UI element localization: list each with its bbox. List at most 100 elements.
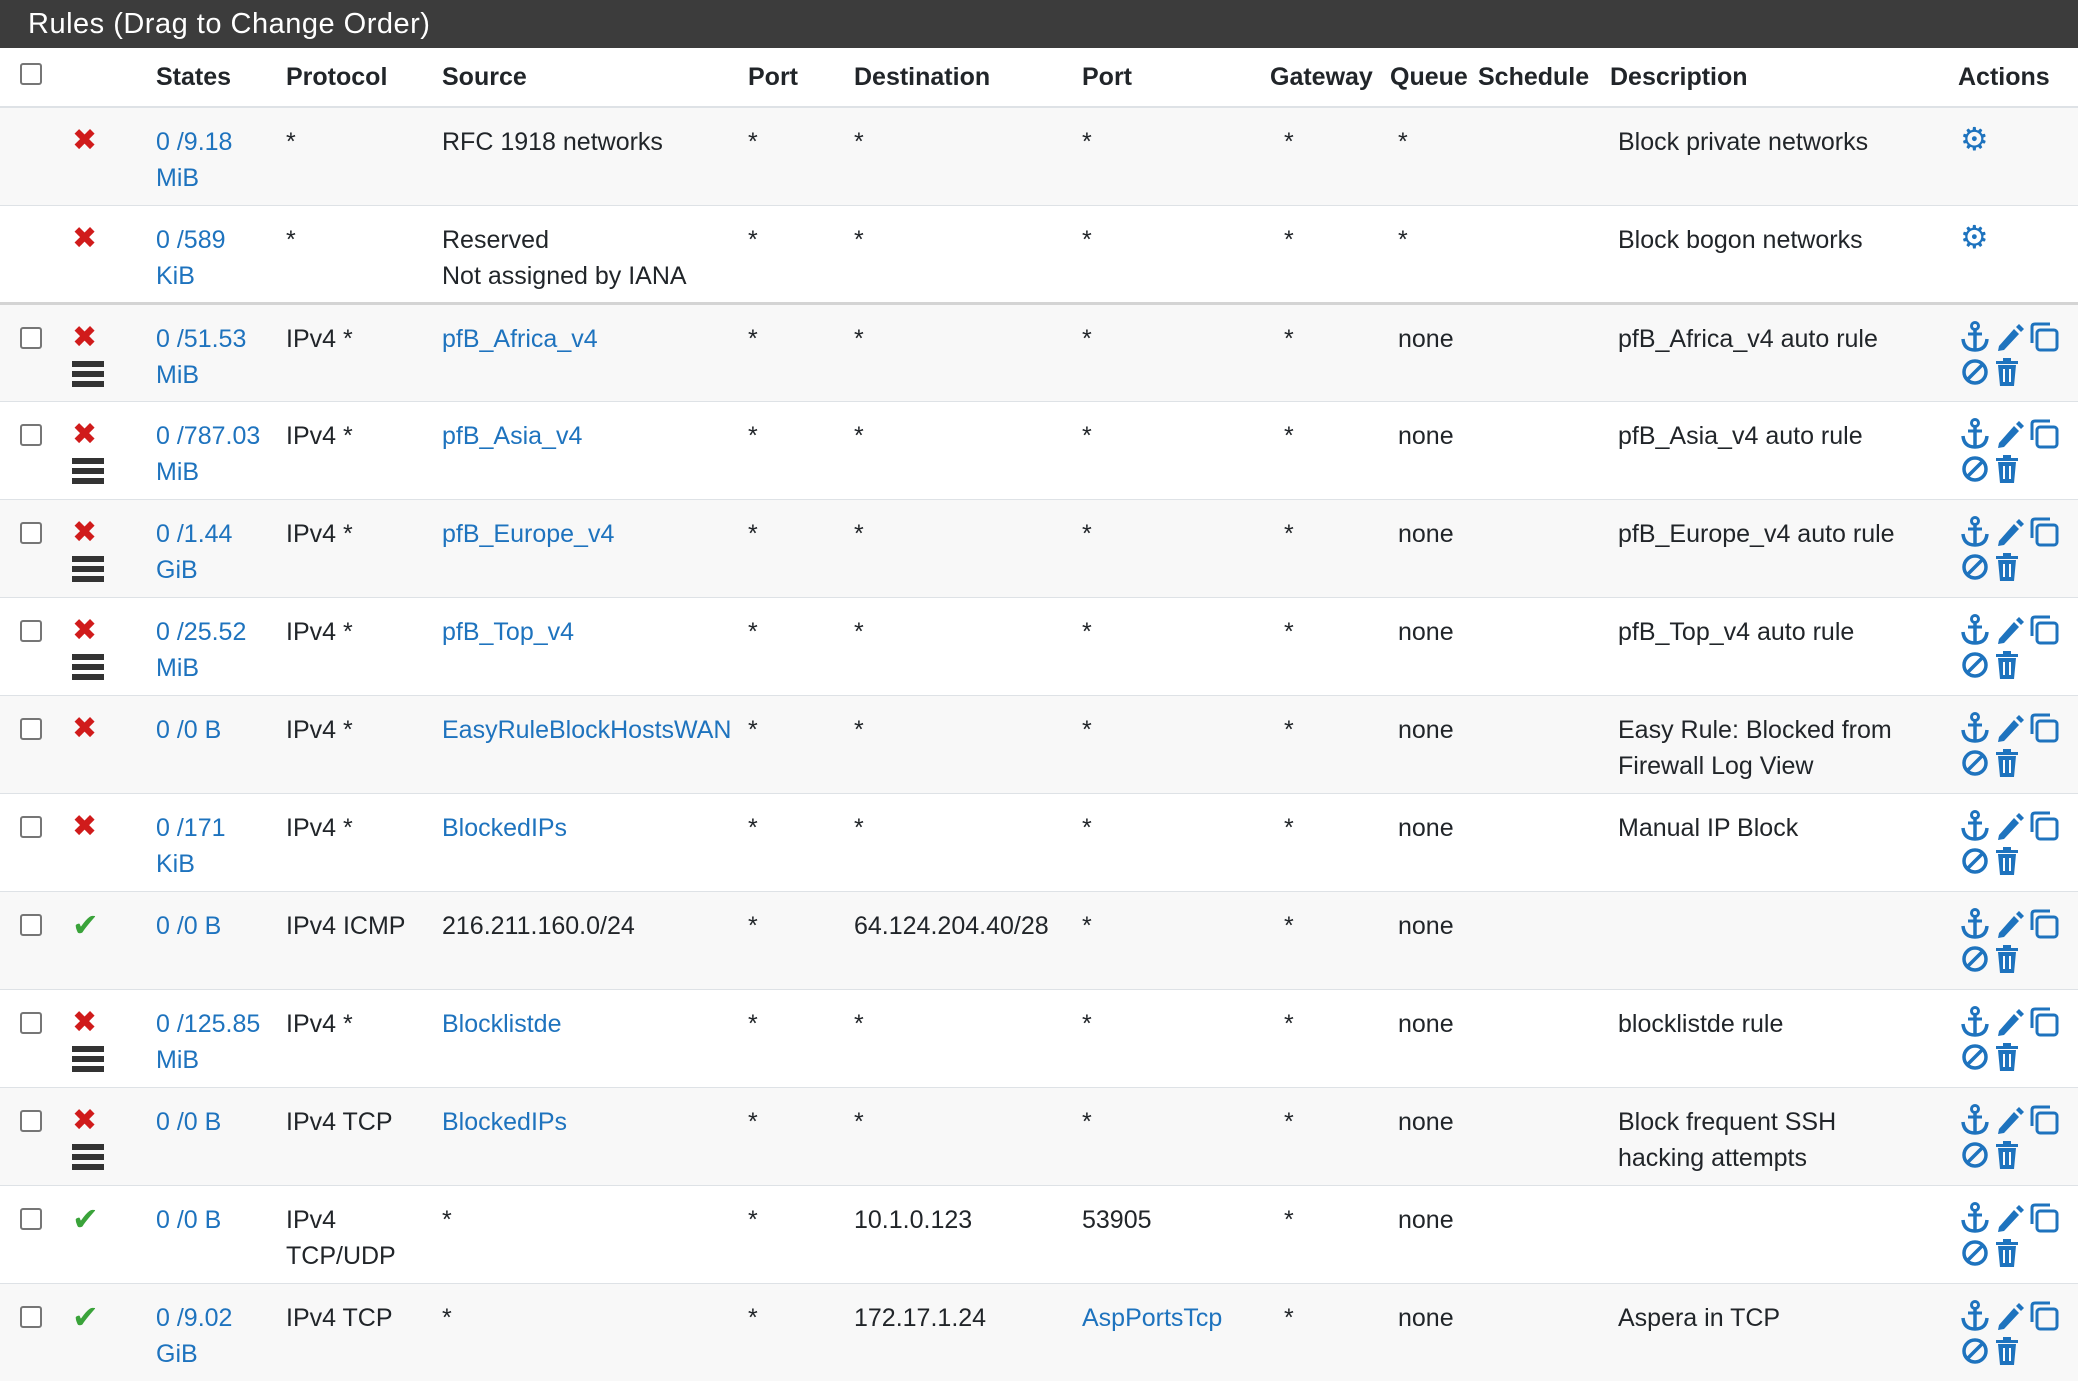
row-checkbox[interactable] — [20, 1305, 42, 1328]
states-bytes[interactable]: MiB — [156, 357, 262, 393]
states-count[interactable]: 0 /25.52 — [156, 614, 262, 650]
row-checkbox[interactable] — [20, 619, 42, 642]
states-count[interactable]: 0 /171 — [156, 810, 262, 846]
copy-icon[interactable] — [2028, 516, 2060, 558]
disable-icon[interactable] — [1960, 748, 1990, 788]
col-description[interactable]: Description — [1602, 48, 1938, 108]
row-checkbox[interactable] — [20, 1207, 42, 1230]
trash-icon[interactable] — [1994, 748, 2020, 788]
states-cell[interactable]: 0 /0 B — [126, 694, 266, 793]
states-bytes[interactable]: GiB — [156, 552, 262, 588]
trash-icon[interactable] — [1994, 1336, 2020, 1376]
states-bytes[interactable]: MiB — [156, 454, 262, 490]
disable-icon[interactable] — [1960, 454, 1990, 494]
states-cell[interactable]: 0 /25.52 MiB — [126, 596, 266, 695]
row-checkbox[interactable] — [20, 521, 42, 544]
copy-icon[interactable] — [2028, 810, 2060, 852]
states-count[interactable]: 0 /9.02 — [156, 1300, 262, 1336]
table-row[interactable]: ✖ 0 /125.85 MiB IPv4 * Blocklistde * * * * none bl… — [0, 988, 2078, 1087]
source-text[interactable]: EasyRuleBlockHostsWAN — [442, 712, 732, 748]
col-states[interactable]: States — [126, 48, 266, 108]
copy-icon[interactable] — [2028, 321, 2060, 363]
table-row[interactable]: ✖ 0 /0 B IPv4 TCP BlockedIPs * * * * none Block f… — [0, 1086, 2078, 1185]
copy-icon[interactable] — [2028, 614, 2060, 656]
trash-icon[interactable] — [1994, 944, 2020, 984]
disable-icon[interactable] — [1960, 846, 1990, 886]
row-checkbox[interactable] — [20, 423, 42, 446]
table-row[interactable]: ✖ 0 /51.53 MiB IPv4 * pfB_Africa_v4 * * * * none p… — [0, 301, 2078, 401]
states-cell[interactable]: 0 /0 B — [126, 1184, 266, 1283]
states-cell[interactable]: 0 /9.02 GiB — [126, 1282, 266, 1381]
disable-icon[interactable] — [1960, 1042, 1990, 1082]
col-gateway[interactable]: Gateway — [1270, 48, 1386, 108]
source-text[interactable]: pfB_Asia_v4 — [442, 418, 732, 454]
trash-icon[interactable] — [1994, 1238, 2020, 1278]
row-checkbox[interactable] — [20, 913, 42, 936]
states-cell[interactable]: 0 /787.03 MiB — [126, 400, 266, 499]
row-checkbox[interactable] — [20, 1011, 42, 1034]
source-text[interactable]: pfB_Europe_v4 — [442, 516, 732, 552]
disable-icon[interactable] — [1960, 650, 1990, 690]
source-text[interactable]: BlockedIPs — [442, 1104, 732, 1140]
gear-icon[interactable]: ⚙ — [1960, 123, 1989, 155]
trash-icon[interactable] — [1994, 454, 2020, 494]
states-count[interactable]: 0 /51.53 — [156, 321, 262, 357]
states-bytes[interactable]: MiB — [156, 1042, 262, 1078]
states-count[interactable]: 0 /125.85 — [156, 1006, 262, 1042]
states-cell[interactable]: 0 /125.85 MiB — [126, 988, 266, 1087]
copy-icon[interactable] — [2028, 1006, 2060, 1048]
col-dest-port[interactable]: Port — [1070, 48, 1270, 108]
states-cell[interactable]: 0 /0 B — [126, 1086, 266, 1185]
states-count[interactable]: 0 /0 B — [156, 1202, 262, 1238]
row-checkbox[interactable] — [20, 326, 42, 349]
states-count[interactable]: 0 /0 B — [156, 712, 262, 748]
states-cell[interactable]: 0 /1.44 GiB — [126, 498, 266, 597]
states-cell[interactable]: 0 /0 B — [126, 890, 266, 989]
dest-port-text[interactable]: AspPortsTcp — [1082, 1304, 1222, 1332]
states-bytes[interactable]: MiB — [156, 160, 262, 196]
col-source[interactable]: Source — [420, 48, 736, 108]
states-count[interactable]: 0 /1.44 — [156, 516, 262, 552]
table-row[interactable]: ✔ 0 /0 B IPv4 TCP/UDP * * 10.1.0.123 53905 * none — [0, 1184, 2078, 1283]
copy-icon[interactable] — [2028, 1104, 2060, 1146]
copy-icon[interactable] — [2028, 1300, 2060, 1342]
col-protocol[interactable]: Protocol — [266, 48, 420, 108]
col-port[interactable]: Port — [736, 48, 842, 108]
table-row[interactable]: ✖ 0 /25.52 MiB IPv4 * pfB_Top_v4 * * * * none pfB_… — [0, 596, 2078, 695]
source-text[interactable]: pfB_Top_v4 — [442, 614, 732, 650]
source-text[interactable]: Blocklistde — [442, 1006, 732, 1042]
table-row[interactable]: ✖ 0 /787.03 MiB IPv4 * pfB_Asia_v4 * * * * none pf… — [0, 400, 2078, 499]
states-count[interactable]: 0 /787.03 — [156, 418, 262, 454]
states-bytes[interactable]: KiB — [156, 846, 262, 882]
col-destination[interactable]: Destination — [842, 48, 1070, 108]
copy-icon[interactable] — [2028, 1202, 2060, 1244]
table-row[interactable]: ✖ 0 /589 KiB * Reserved Not assigned by IANA *… — [0, 204, 2078, 303]
table-row[interactable]: ✖ 0 /0 B IPv4 * EasyRuleBlockHostsWAN * * * * no… — [0, 694, 2078, 793]
disable-icon[interactable] — [1960, 1336, 1990, 1376]
row-checkbox[interactable] — [20, 1109, 42, 1132]
trash-icon[interactable] — [1994, 552, 2020, 592]
states-cell[interactable]: 0 /9.18 MiB — [126, 106, 266, 205]
col-schedule[interactable]: Schedule — [1478, 48, 1602, 108]
table-row[interactable]: ✔ 0 /0 B IPv4 ICMP 216.211.160.0/24 * 64.124.… — [0, 890, 2078, 989]
states-cell[interactable]: 0 /589 KiB — [126, 204, 266, 303]
table-row[interactable]: ✖ 0 /1.44 GiB IPv4 * pfB_Europe_v4 * * * * none pf… — [0, 498, 2078, 597]
trash-icon[interactable] — [1994, 650, 2020, 690]
gear-icon[interactable]: ⚙ — [1960, 221, 1989, 253]
trash-icon[interactable] — [1994, 846, 2020, 886]
table-row[interactable]: ✖ 0 /9.18 MiB * RFC 1918 networks * * * * * Block … — [0, 106, 2078, 205]
select-all-checkbox[interactable] — [20, 62, 42, 85]
states-count[interactable]: 0 /0 B — [156, 908, 262, 944]
disable-icon[interactable] — [1960, 1140, 1990, 1180]
col-queue[interactable]: Queue — [1386, 48, 1478, 108]
states-bytes[interactable]: MiB — [156, 650, 262, 686]
states-count[interactable]: 0 /589 — [156, 222, 262, 258]
disable-icon[interactable] — [1960, 552, 1990, 592]
source-text[interactable]: BlockedIPs — [442, 810, 732, 846]
states-count[interactable]: 0 /0 B — [156, 1104, 262, 1140]
copy-icon[interactable] — [2028, 712, 2060, 754]
states-cell[interactable]: 0 /171 KiB — [126, 792, 266, 891]
source-text[interactable]: pfB_Africa_v4 — [442, 321, 732, 357]
trash-icon[interactable] — [1994, 1140, 2020, 1180]
row-checkbox[interactable] — [20, 717, 42, 740]
